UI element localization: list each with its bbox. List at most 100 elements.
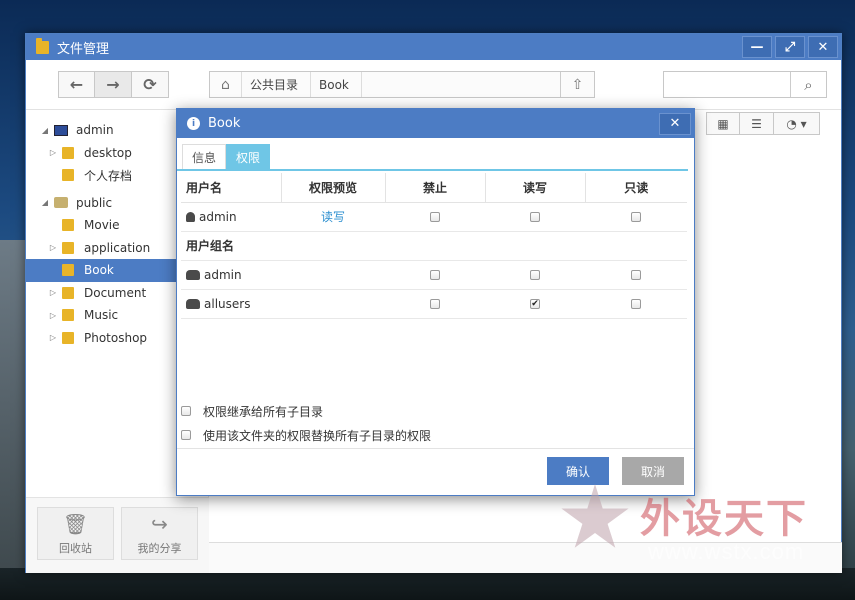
- nav-buttons: ← → ⟳: [58, 71, 169, 98]
- grid-icon: ▦: [717, 116, 729, 131]
- tab-info[interactable]: 信息: [182, 144, 227, 169]
- folder-icon: [62, 264, 74, 277]
- folder-icon: [62, 169, 74, 182]
- window-titlebar[interactable]: 文件管理 — ⤢ ✕: [26, 34, 841, 60]
- tab-permissions[interactable]: 权限: [226, 144, 271, 169]
- tree-item-label: application: [84, 240, 151, 255]
- close-button[interactable]: ✕: [808, 36, 838, 58]
- search-box: ⌕: [663, 71, 827, 98]
- readonly-checkbox[interactable]: [631, 270, 641, 280]
- replace-checkbox[interactable]: [181, 430, 191, 440]
- dialog-titlebar[interactable]: i Book ✕: [177, 109, 694, 138]
- recycle-bin-button[interactable]: 🗑 回收站: [37, 507, 114, 560]
- view-switcher: ▦ ☰ ◔ ▾: [706, 112, 820, 135]
- readonly-cell: [585, 289, 687, 319]
- deny-cell: [385, 289, 485, 319]
- inherit-option-label: 权限继承给所有子目录: [203, 404, 324, 419]
- replace-option-label: 使用该文件夹的权限替换所有子目录的权限: [203, 428, 432, 443]
- tree-item-label: Movie: [84, 218, 120, 233]
- user-icon: [186, 211, 195, 222]
- preview-cell: 读写: [281, 202, 385, 232]
- refresh-button[interactable]: ⟳: [132, 71, 169, 98]
- computer-icon: [54, 124, 68, 136]
- deny-checkbox[interactable]: [430, 212, 440, 222]
- watermark-url: www.wstx.com: [648, 539, 805, 564]
- folder-icon: [62, 286, 74, 299]
- tree-item-label: Document: [84, 285, 147, 300]
- watermark-brand: 外设天下: [640, 495, 808, 542]
- folder-icon: [62, 241, 74, 254]
- group-name: admin: [204, 267, 242, 282]
- up-button[interactable]: ⇧: [560, 72, 594, 97]
- cancel-button[interactable]: 取消: [622, 457, 684, 485]
- maximize-button[interactable]: ⤢: [775, 36, 805, 58]
- home-button[interactable]: ⌂: [210, 72, 242, 97]
- minimize-button[interactable]: —: [742, 36, 772, 58]
- breadcrumb-public[interactable]: 公共目录: [242, 72, 312, 97]
- sort-dropdown-button[interactable]: ◔ ▾: [774, 112, 820, 135]
- grid-view-button[interactable]: ▦: [706, 112, 740, 135]
- star-logo-icon: [561, 484, 629, 548]
- collapsed-arrow-icon[interactable]: ▷: [48, 333, 58, 342]
- folder-icon: [62, 331, 74, 344]
- readwrite-checkbox-checked[interactable]: ✔: [530, 299, 540, 309]
- inherit-checkbox[interactable]: [181, 406, 191, 416]
- collapsed-arrow-icon[interactable]: ▷: [48, 148, 58, 157]
- user-cell: admin: [181, 202, 281, 232]
- forward-button[interactable]: →: [95, 71, 132, 98]
- readwrite-cell: [485, 202, 585, 232]
- table-row: admin: [181, 260, 687, 290]
- toolbar: ← → ⟳ ⌂ 公共目录 Book ⇧ ⌕: [26, 60, 841, 110]
- inheritance-options: 权限继承给所有子目录 使用该文件夹的权限替换所有子目录的权限: [181, 399, 431, 447]
- readwrite-cell: [485, 260, 585, 290]
- home-icon: ⌂: [221, 76, 230, 93]
- column-header-username: 用户名: [181, 173, 281, 203]
- readonly-checkbox[interactable]: [631, 212, 641, 222]
- collapsed-arrow-icon[interactable]: ▷: [48, 311, 58, 320]
- list-view-button[interactable]: ☰: [740, 112, 774, 135]
- dialog-close-button[interactable]: ✕: [659, 112, 691, 135]
- expanded-arrow-icon[interactable]: ◢: [40, 198, 50, 207]
- deny-cell: [385, 260, 485, 290]
- readonly-checkbox[interactable]: [631, 299, 641, 309]
- permission-preview: 读写: [320, 210, 345, 224]
- group-name: allusers: [204, 296, 251, 311]
- search-button[interactable]: ⌕: [790, 72, 826, 97]
- window-controls: — ⤢ ✕: [742, 34, 841, 60]
- readwrite-checkbox[interactable]: [530, 270, 540, 280]
- arrow-right-icon: →: [106, 75, 120, 94]
- inherit-option[interactable]: 权限继承给所有子目录: [181, 399, 431, 423]
- deny-cell: [385, 202, 485, 232]
- readwrite-checkbox[interactable]: [530, 212, 540, 222]
- collapsed-arrow-icon[interactable]: ▷: [48, 243, 58, 252]
- tree-item-label: public: [76, 195, 113, 210]
- permissions-dialog: i Book ✕ 信息 权限 用户名 权限预览 禁止 读写 只读 admin 读…: [176, 108, 695, 496]
- confirm-button[interactable]: 确认: [547, 457, 609, 485]
- expanded-arrow-icon[interactable]: ◢: [40, 126, 50, 135]
- search-icon: ⌕: [804, 75, 813, 94]
- deny-checkbox[interactable]: [430, 270, 440, 280]
- deny-checkbox[interactable]: [430, 299, 440, 309]
- group-icon: [186, 298, 200, 309]
- breadcrumb-book[interactable]: Book: [311, 72, 362, 97]
- close-icon: ✕: [669, 116, 681, 131]
- refresh-icon: ⟳: [143, 75, 157, 94]
- search-input[interactable]: [664, 72, 790, 97]
- replace-option[interactable]: 使用该文件夹的权限替换所有子目录的权限: [181, 423, 431, 447]
- user-name: admin: [199, 209, 237, 224]
- folder-icon: [62, 146, 74, 159]
- watermark-logo: 外设天下 www.wstx.com: [560, 482, 845, 572]
- group-header-row: 用户组名: [181, 231, 687, 261]
- collapsed-arrow-icon[interactable]: ▷: [48, 288, 58, 297]
- share-icon: ↪: [151, 511, 168, 536]
- folder-icon: [62, 309, 74, 322]
- group-cell: allusers: [181, 289, 281, 319]
- my-share-button[interactable]: ↪ 我的分享: [121, 507, 198, 560]
- tree-item-label: admin: [76, 123, 114, 138]
- back-button[interactable]: ←: [58, 71, 95, 98]
- readwrite-cell: ✔: [485, 289, 585, 319]
- tree-item-label: Music: [84, 308, 119, 323]
- permissions-table: 用户名 权限预览 禁止 读写 只读 admin 读写 用户组名 admin al…: [181, 173, 687, 319]
- column-header-readwrite: 读写: [484, 173, 585, 203]
- group-cell: admin: [181, 260, 281, 290]
